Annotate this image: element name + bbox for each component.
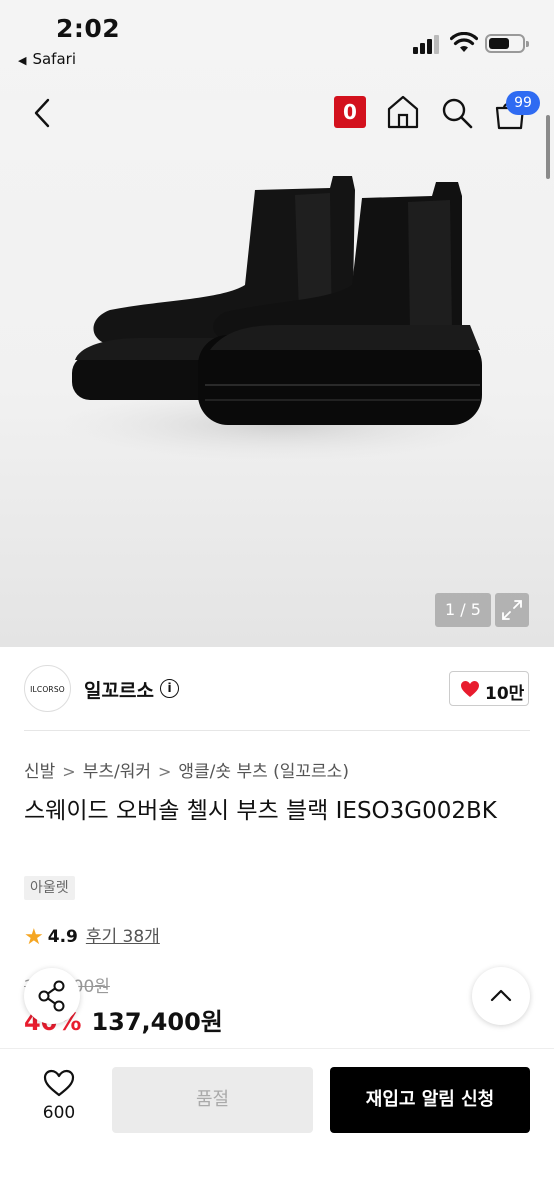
- back-triangle-icon: ◀: [18, 54, 27, 67]
- star-icon: ★: [24, 925, 44, 950]
- share-button[interactable]: [24, 968, 80, 1024]
- back-app-label: Safari: [32, 50, 76, 68]
- heart-filled-icon: [461, 681, 479, 697]
- soldout-button[interactable]: 품절: [112, 1067, 313, 1133]
- signal-icon: [413, 34, 443, 54]
- breadcrumb-item[interactable]: 앵클/숏 부츠 (일꼬르소): [178, 762, 349, 782]
- back-chevron-icon[interactable]: [30, 96, 54, 130]
- back-to-safari[interactable]: ◀ Safari: [18, 50, 76, 68]
- product-title: 스웨이드 오버솔 첼시 부츠 블랙 IESO3G002BK: [24, 798, 497, 824]
- brand-like-button[interactable]: 10만: [449, 671, 529, 706]
- wishlist-count: 600: [42, 1103, 76, 1123]
- wifi-icon: [450, 32, 478, 52]
- breadcrumb-item[interactable]: 신발: [24, 762, 55, 782]
- scrollbar[interactable]: [546, 115, 550, 179]
- outlet-tag: 아울렛: [24, 876, 75, 900]
- chevron-right-icon: >: [157, 762, 172, 781]
- restock-alert-button[interactable]: 재입고 알림 신청: [330, 1067, 530, 1133]
- chevron-up-icon: [490, 989, 512, 1002]
- expand-icon: [502, 600, 522, 620]
- home-icon[interactable]: [386, 94, 420, 130]
- expand-image-button[interactable]: [495, 593, 529, 627]
- scroll-top-button[interactable]: [472, 967, 530, 1025]
- breadcrumb: 신발 > 부츠/워커 > 앵클/숏 부츠 (일꼬르소): [24, 757, 349, 782]
- chevron-right-icon: >: [62, 762, 76, 781]
- bottom-action-bar: 600 품절 재입고 알림 신청: [0, 1048, 554, 1200]
- brand-name[interactable]: 일꼬르소: [84, 676, 154, 703]
- battery-icon: [485, 34, 529, 53]
- divider: [24, 730, 530, 731]
- status-time: 2:02: [56, 14, 121, 43]
- search-icon[interactable]: [440, 96, 474, 130]
- brand-like-count: 10만: [485, 684, 525, 704]
- rating-score: 4.9: [47, 927, 78, 947]
- brand-logo[interactable]: ILCORSO: [24, 665, 71, 712]
- info-icon[interactable]: i: [160, 679, 179, 698]
- o-badge-button[interactable]: 0: [334, 96, 366, 128]
- breadcrumb-item[interactable]: 부츠/워커: [83, 762, 151, 782]
- image-counter: 1 / 5: [435, 593, 491, 627]
- share-icon: [38, 980, 65, 1012]
- wishlist-button[interactable]: 600: [24, 1069, 94, 1123]
- reviews-link[interactable]: 후기 38개: [86, 927, 160, 947]
- status-bar: 2:02 ◀ Safari: [0, 0, 554, 80]
- cart-count-badge: 99: [506, 91, 540, 115]
- sale-price: 137,400원: [91, 1008, 223, 1036]
- rating-row: ★ 4.9 후기 38개: [24, 922, 160, 950]
- heart-outline-icon: [43, 1069, 75, 1097]
